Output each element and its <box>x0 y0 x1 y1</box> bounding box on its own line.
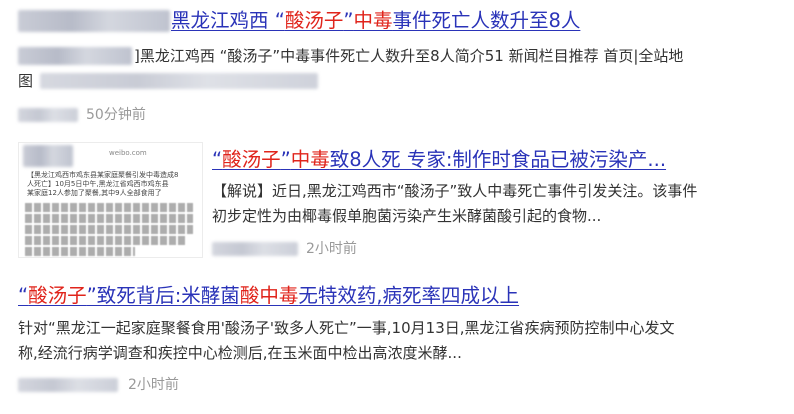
title-text: 事件死亡人数升至8人 <box>392 9 581 32</box>
abstract-line: 【解说】近日,黑龙江鸡西市“酸汤子”致人中毒死亡事件引发关注。该事件 <box>212 182 698 200</box>
result-abstract-2: 【解说】近日,黑龙江鸡西市“酸汤子”致人中毒死亡事件引发关注。该事件 初步定性为… <box>212 179 782 229</box>
title-text: “ <box>212 148 223 171</box>
meta-source-blurred <box>18 108 78 122</box>
meta-source-blurred <box>212 242 298 256</box>
result-title-link-2[interactable]: “酸汤子”中毒致8人死 专家:制作时食品已被污染产... <box>212 147 666 173</box>
title-text: ” <box>280 148 291 171</box>
thumb-text-line <box>25 236 185 245</box>
thumb-caption-line: 【黑龙江鸡西市鸡东县某家庭聚餐引发中毒造成8 <box>27 171 179 179</box>
title-highlight: 中毒 <box>290 148 330 171</box>
result-title-link-3[interactable]: “酸汤子”致死背后:米酵菌酸中毒无特效药,病死率四成以上 <box>18 283 519 309</box>
thumb-text-line <box>25 247 135 256</box>
abstract-line: ]黑龙江鸡西 “酸汤子”中毒事件死亡人数升至8人简介51 新闻栏目推荐 首页|全… <box>134 47 684 65</box>
abstract-line: 初步定性为由椰毒假单胞菌污染产生米酵菌酸引起的食物... <box>212 207 602 225</box>
title-text: ”致死背后:米酵菌 <box>86 284 240 307</box>
title-text: 黑龙江鸡西 “ <box>171 9 285 32</box>
site-favicon-blurred <box>18 10 170 32</box>
result-abstract-3: 针对“黑龙江一起家庭聚餐食用'酸汤子'致多人死亡”一事,10月13日,黑龙江省疾… <box>18 316 788 366</box>
thumb-caption-line: 某家庭12人参加了聚餐,其中9人全部食用了 <box>27 189 162 197</box>
meta-source-blurred <box>18 378 118 392</box>
title-text: 致8人死 专家:制作时食品已被污染产... <box>329 148 667 171</box>
abstract-tail-blurred <box>40 73 318 89</box>
title-highlight: 中毒 <box>353 9 393 32</box>
result-thumbnail-2[interactable]: weibo.com 【黑龙江鸡西市鸡东县某家庭聚餐引发中毒造成8 人死亡】10月… <box>18 142 203 258</box>
thumb-source-label: weibo.com <box>109 149 147 157</box>
search-results-page: 黑龙江鸡西 “酸汤子”中毒事件死亡人数升至8人 ]黑龙江鸡西 “酸汤子”中毒事件… <box>0 0 794 414</box>
thumb-text-line <box>25 203 193 212</box>
result-time-3: 2小时前 <box>128 377 179 393</box>
title-highlight: 酸汤子 <box>284 9 344 32</box>
result-abstract-1-line2: 图 <box>18 69 33 94</box>
title-highlight: 酸汤子 <box>28 284 87 307</box>
thumb-caption: 【黑龙江鸡西市鸡东县某家庭聚餐引发中毒造成8 人死亡】10月5日中午,黑龙江省鸡… <box>27 171 178 198</box>
abstract-line: 针对“黑龙江一起家庭聚餐食用'酸汤子'致多人死亡”一事,10月13日,黑龙江省疾… <box>18 319 675 337</box>
abstract-line: 图 <box>18 72 34 90</box>
abstract-source-blurred <box>18 47 132 65</box>
result-title-link-1[interactable]: 黑龙江鸡西 “酸汤子”中毒事件死亡人数升至8人 <box>171 8 580 34</box>
title-text: “ <box>18 284 29 307</box>
title-text: ” <box>343 9 354 32</box>
title-highlight: 酸汤子 <box>222 148 281 171</box>
title-text: 无特效药,病死率四成以上 <box>298 284 520 307</box>
result-time-1: 50分钟前 <box>86 107 146 123</box>
thumb-avatar-blurred <box>23 145 73 167</box>
result-abstract-1: ]黑龙江鸡西 “酸汤子”中毒事件死亡人数升至8人简介51 新闻栏目推荐 首页|全… <box>134 44 784 69</box>
thumb-caption-line: 人死亡】10月5日中午,黑龙江省鸡西市鸡东县 <box>27 180 169 188</box>
thumb-text-line <box>25 225 193 234</box>
abstract-line: 称,经流行病学调查和疾控中心检测后,在玉米面中检出高浓度米酵... <box>18 344 462 362</box>
title-highlight: 酸中毒 <box>239 284 299 307</box>
thumb-text-line <box>25 214 193 223</box>
result-time-2: 2小时前 <box>306 241 357 257</box>
